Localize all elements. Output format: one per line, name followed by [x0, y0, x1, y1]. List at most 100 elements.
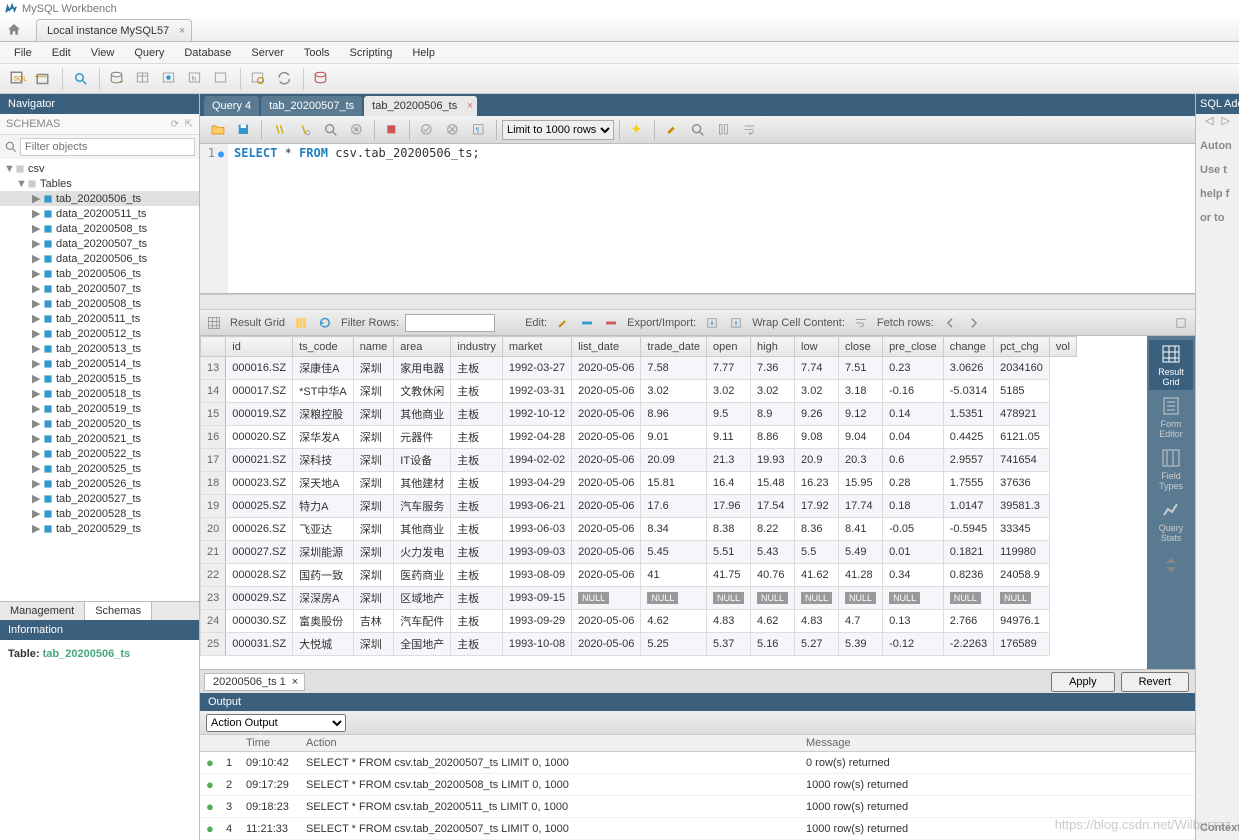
sql-editor[interactable]: 1 SELECT * FROM csv.tab_20200506_ts;	[200, 144, 1195, 294]
prev-snippet-icon[interactable]: ◁	[1205, 114, 1213, 134]
tree-item[interactable]: ▶tab_20200515_ts	[0, 371, 199, 386]
tree-item[interactable]: ▶data_20200508_ts	[0, 221, 199, 236]
menu-scripting[interactable]: Scripting	[340, 47, 403, 59]
tree-item[interactable]: ▶tab_20200526_ts	[0, 476, 199, 491]
edit-row-button[interactable]	[553, 313, 573, 333]
toggle-whitespace-button[interactable]: ¶	[467, 119, 491, 141]
create-schema-button[interactable]: +	[106, 67, 130, 91]
tree-item[interactable]: ▶tab_20200525_ts	[0, 461, 199, 476]
tree-item[interactable]: ▶tab_20200520_ts	[0, 416, 199, 431]
create-proc-button[interactable]: fn	[184, 67, 208, 91]
menu-file[interactable]: File	[4, 47, 42, 59]
tree-item[interactable]: ▶tab_20200527_ts	[0, 491, 199, 506]
open-sql-script-button[interactable]	[32, 67, 56, 91]
tree-item[interactable]: ▶tab_20200519_ts	[0, 401, 199, 416]
dashboard-button[interactable]	[310, 67, 334, 91]
menu-tools[interactable]: Tools	[294, 47, 340, 59]
execute-current-button[interactable]	[293, 119, 317, 141]
open-file-button[interactable]	[206, 119, 230, 141]
toggle-autocommit-button[interactable]	[380, 119, 404, 141]
editor-hscrollbar[interactable]	[200, 294, 1195, 310]
home-button[interactable]	[0, 19, 28, 41]
inspector-button[interactable]	[69, 67, 93, 91]
reconnect-button[interactable]	[273, 67, 297, 91]
menu-query[interactable]: Query	[124, 47, 174, 59]
brush-button[interactable]	[660, 119, 684, 141]
tree-item[interactable]: ▶tab_20200508_ts	[0, 296, 199, 311]
execute-button[interactable]	[267, 119, 291, 141]
beautify-button[interactable]	[625, 119, 649, 141]
create-view-button[interactable]	[158, 67, 182, 91]
tree-item[interactable]: ▶tab_20200529_ts	[0, 521, 199, 536]
tree-item[interactable]: ▶tab_20200511_ts	[0, 311, 199, 326]
pin-result-button[interactable]	[1171, 313, 1191, 333]
result-tab[interactable]: 20200506_ts 1 ×	[204, 673, 305, 691]
result-refresh-button[interactable]	[315, 313, 335, 333]
menu-edit[interactable]: Edit	[42, 47, 81, 59]
menu-help[interactable]: Help	[402, 47, 445, 59]
tree-item[interactable]: ▶tab_20200506_ts	[0, 191, 199, 206]
rollback-button[interactable]	[441, 119, 465, 141]
new-sql-tab-button[interactable]: SQL	[6, 67, 30, 91]
side-tab-nav[interactable]	[1149, 548, 1193, 584]
tree-item[interactable]: ▶tab_20200518_ts	[0, 386, 199, 401]
tree-item[interactable]: ▶tab_20200528_ts	[0, 506, 199, 521]
filter-rows-input[interactable]	[405, 314, 495, 332]
schema-tree[interactable]: ▼csv▼Tables▶tab_20200506_ts▶data_2020051…	[0, 159, 199, 601]
tree-item[interactable]: ▶tab_20200513_ts	[0, 341, 199, 356]
create-table-button[interactable]	[132, 67, 156, 91]
filter-objects-input[interactable]	[20, 138, 195, 156]
menu-server[interactable]: Server	[241, 47, 293, 59]
fetch-next-button[interactable]	[964, 313, 984, 333]
wrap-cell-button[interactable]	[851, 313, 871, 333]
tree-item[interactable]: ▼csv	[0, 161, 199, 176]
schema-toolbar-icons[interactable]: ⟳ ⇱	[171, 119, 193, 130]
tab-management[interactable]: Management	[0, 602, 85, 620]
tree-item[interactable]: ▼Tables	[0, 176, 199, 191]
limit-rows-select[interactable]: Limit to 1000 rows	[502, 120, 614, 140]
fetch-prev-button[interactable]	[940, 313, 960, 333]
close-icon[interactable]: ×	[292, 676, 298, 688]
delete-row-button[interactable]	[601, 313, 621, 333]
tree-item[interactable]: ▶tab_20200514_ts	[0, 356, 199, 371]
export-button[interactable]	[702, 313, 722, 333]
close-icon[interactable]: ×	[467, 100, 473, 112]
stop-button[interactable]	[345, 119, 369, 141]
tree-item[interactable]: ▶data_20200507_ts	[0, 236, 199, 251]
apply-button[interactable]: Apply	[1051, 672, 1115, 692]
next-snippet-icon[interactable]: ▷	[1222, 114, 1230, 134]
side-tab-form-editor[interactable]: Form Editor	[1149, 392, 1193, 442]
output-table[interactable]: TimeActionMessage●109:10:42SELECT * FROM…	[200, 735, 1195, 840]
tree-item[interactable]: ▶tab_20200522_ts	[0, 446, 199, 461]
output-type-select[interactable]: Action Output	[206, 714, 346, 732]
editor-tab[interactable]: tab_20200506_ts×	[364, 96, 477, 116]
result-grid[interactable]: idts_codenameareaindustrymarketlist_date…	[200, 336, 1147, 669]
create-func-button[interactable]	[210, 67, 234, 91]
result-columns-button[interactable]	[291, 313, 311, 333]
import-button[interactable]	[726, 313, 746, 333]
find-button[interactable]	[686, 119, 710, 141]
tree-item[interactable]: ▶data_20200511_ts	[0, 206, 199, 221]
commit-button[interactable]	[415, 119, 439, 141]
editor-tab[interactable]: tab_20200507_ts	[261, 96, 362, 116]
side-tab-query-stats[interactable]: Query Stats	[1149, 496, 1193, 546]
wrap-button[interactable]	[738, 119, 762, 141]
tree-item[interactable]: ▶tab_20200521_ts	[0, 431, 199, 446]
explain-button[interactable]	[319, 119, 343, 141]
tab-schemas[interactable]: Schemas	[85, 602, 152, 620]
side-tab-field-types[interactable]: Field Types	[1149, 444, 1193, 494]
menu-database[interactable]: Database	[174, 47, 241, 59]
tree-item[interactable]: ▶tab_20200512_ts	[0, 326, 199, 341]
menu-view[interactable]: View	[81, 47, 125, 59]
revert-button[interactable]: Revert	[1121, 672, 1189, 692]
search-table-data-button[interactable]	[247, 67, 271, 91]
editor-tab[interactable]: Query 4	[204, 96, 259, 116]
tree-item[interactable]: ▶tab_20200506_ts	[0, 266, 199, 281]
close-icon[interactable]: ×	[179, 25, 185, 37]
save-button[interactable]	[232, 119, 256, 141]
tree-item[interactable]: ▶data_20200506_ts	[0, 251, 199, 266]
side-tab-result-grid[interactable]: Result Grid	[1149, 340, 1193, 390]
connection-tab[interactable]: Local instance MySQL57 ×	[36, 19, 192, 41]
tree-item[interactable]: ▶tab_20200507_ts	[0, 281, 199, 296]
invisible-chars-button[interactable]	[712, 119, 736, 141]
